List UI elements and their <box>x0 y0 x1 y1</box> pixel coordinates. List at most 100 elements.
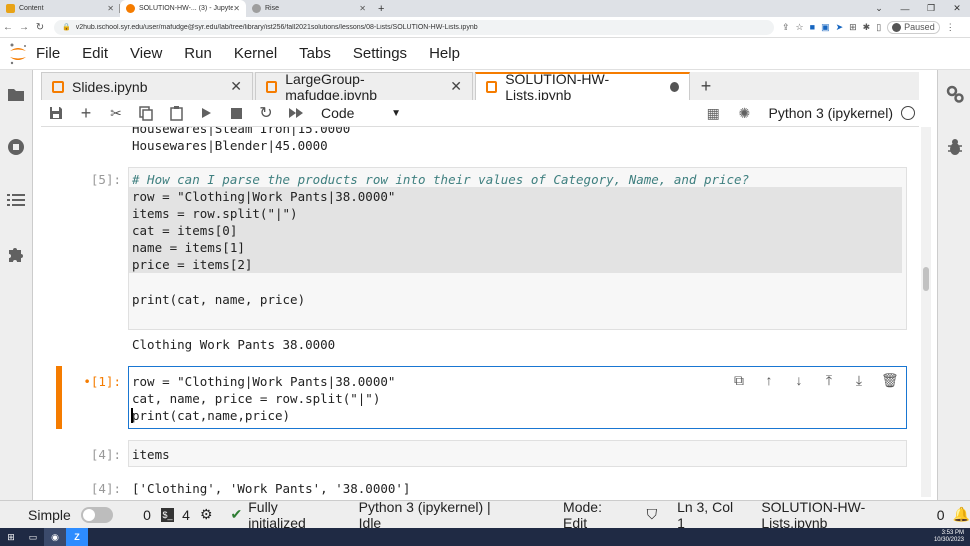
back-icon[interactable]: ← <box>0 22 16 33</box>
extension-icon[interactable]: ➤ <box>836 22 844 33</box>
presentation-icon[interactable]: ▦ <box>707 105 735 122</box>
url-input[interactable]: 🔒 v2hub.ischool.syr.edu/user/mafudge@syr… <box>54 19 774 35</box>
new-launcher-button[interactable]: + <box>692 72 720 100</box>
menu-settings[interactable]: Settings <box>353 45 407 62</box>
kernel-status[interactable]: Python 3 (ipykernel) | Idle <box>359 499 509 531</box>
shield-icon[interactable]: ⛉ <box>647 506 658 523</box>
lsp-status[interactable]: Fully initialized <box>248 499 334 531</box>
minimize-icon[interactable]: — <box>892 4 918 14</box>
browser-tab-rise[interactable]: Rise ✕ <box>246 0 372 17</box>
menu-help[interactable]: Help <box>429 45 460 62</box>
close-icon[interactable]: ✕ <box>440 78 462 95</box>
tab-solution-hw-lists[interactable]: SOLUTION-HW-Lists.ipynb <box>475 71 690 103</box>
toc-icon[interactable] <box>6 190 26 210</box>
terminal-icon[interactable]: $_ <box>160 507 175 522</box>
menu-file[interactable]: File <box>36 45 60 62</box>
scrollbar-thumb[interactable] <box>923 267 929 291</box>
run-icon[interactable] <box>191 107 221 119</box>
menu-run[interactable]: Run <box>184 45 212 62</box>
close-icon[interactable]: ✕ <box>200 78 242 95</box>
move-down-icon[interactable]: ↓ <box>791 372 807 389</box>
profile-button[interactable]: Paused <box>887 20 940 34</box>
menu-tabs[interactable]: Tabs <box>299 45 331 62</box>
save-icon[interactable] <box>41 106 71 120</box>
cut-icon[interactable]: ✂ <box>101 105 131 122</box>
star-icon[interactable]: ☆ <box>796 22 804 33</box>
extension-icon[interactable]: ■ <box>810 22 815 32</box>
extension-icon[interactable]: ⊞ <box>849 22 857 33</box>
restart-icon[interactable]: ↻ <box>251 103 281 123</box>
simple-mode-toggle[interactable] <box>80 506 114 523</box>
bell-icon[interactable]: 🔔 <box>953 506 970 523</box>
code-line: cat = items[0] <box>132 223 238 238</box>
code-line: name = items[1] <box>132 240 245 255</box>
forward-icon[interactable]: → <box>16 22 32 33</box>
kernel-count: 4 <box>182 506 190 523</box>
share-icon[interactable]: ⇪ <box>782 22 790 33</box>
notebook-panel[interactable]: Housewares|Steam Iron|15.0000 Housewares… <box>41 127 921 497</box>
notebook-extension-icons: ▦ ✺ <box>707 105 769 122</box>
tab-search-icon[interactable]: ⌄ <box>866 3 892 14</box>
zoom-taskbar-icon[interactable]: Z <box>66 528 88 546</box>
insert-below-icon[interactable]: ⤓ <box>851 372 867 389</box>
sidepanel-icon[interactable]: ▯ <box>876 22 881 33</box>
menu-view[interactable]: View <box>130 45 162 62</box>
browser-tab-jupyter[interactable]: SOLUTION-HW-... (3) - Jupyterl... ✕ <box>120 0 246 17</box>
stop-icon[interactable] <box>221 107 251 119</box>
move-up-icon[interactable]: ↑ <box>761 372 777 389</box>
close-icon[interactable]: ✕ <box>233 4 240 13</box>
reload-icon[interactable]: ↻ <box>32 22 48 33</box>
menu-kernel[interactable]: Kernel <box>234 45 277 62</box>
extensions-icon[interactable] <box>6 244 26 264</box>
folder-icon[interactable] <box>6 84 26 104</box>
menu-edit[interactable]: Edit <box>82 45 108 62</box>
fast-forward-icon[interactable] <box>281 107 311 119</box>
system-clock[interactable]: 3:53 PM 10/30/2023 <box>934 530 970 544</box>
kernel-status-icon <box>901 106 915 120</box>
code-line: items <box>132 447 170 462</box>
tab-label: LargeGroup-mafudge.ipynb <box>285 70 378 103</box>
jupyter-logo-icon <box>0 42 36 66</box>
task-view-icon[interactable]: ▭ <box>22 528 44 546</box>
windows-start-icon[interactable]: ⊞ <box>0 528 22 546</box>
add-cell-icon[interactable]: + <box>71 103 101 124</box>
copy-icon[interactable] <box>131 105 161 121</box>
clock-time: 3:53 PM <box>941 530 964 536</box>
duplicate-cell-icon[interactable]: ⧉ <box>731 372 747 389</box>
running-icon[interactable] <box>6 137 26 157</box>
debugger-icon[interactable] <box>945 137 965 157</box>
status-bar: Simple 0 $_ 4 ⚙ ✔ Fully initialized Pyth… <box>0 499 970 531</box>
cell-prompt: •[1]: <box>83 374 121 389</box>
cell-type-select[interactable]: Code ▼ <box>321 105 401 121</box>
browser-tab-content[interactable]: Content ✕ <box>0 0 120 17</box>
menu-icon[interactable]: ⋮ <box>946 22 955 33</box>
chrome-taskbar-icon[interactable]: ◉ <box>44 528 66 546</box>
code-cell-input[interactable] <box>128 440 907 467</box>
code-line: row = "Clothing|Work Pants|38.0000" <box>132 189 396 204</box>
close-icon[interactable]: ✕ <box>359 4 366 13</box>
notebook-scrollbar[interactable] <box>921 127 931 497</box>
kernel-gear-icon[interactable]: ⚙ <box>200 506 213 523</box>
new-tab-button[interactable]: + <box>372 0 392 17</box>
os-taskbar: ⊞ ▭ ◉ Z 3:53 PM 10/30/2023 <box>0 528 970 546</box>
unsaved-dot-icon[interactable] <box>670 82 679 92</box>
tab-largegroup[interactable]: LargeGroup-mafudge.ipynb ✕ <box>255 70 473 103</box>
insert-above-icon[interactable]: ⤒ <box>821 372 837 389</box>
delete-cell-icon[interactable]: 🗑 <box>881 372 899 389</box>
property-inspector-icon[interactable] <box>945 84 965 104</box>
kernel-name[interactable]: Python 3 (ipykernel) <box>768 105 893 121</box>
tab-slides[interactable]: Slides.ipynb ✕ <box>41 72 253 100</box>
close-icon[interactable]: ✕ <box>107 4 114 13</box>
browser-tab-strip: Content ✕ SOLUTION-HW-... (3) - Jupyterl… <box>0 0 970 17</box>
close-window-icon[interactable]: ✕ <box>944 3 970 14</box>
cursor-position[interactable]: Ln 3, Col 1 <box>677 499 741 531</box>
cell-prompt: [4]: <box>90 447 121 462</box>
browser-tab-title: Content <box>19 5 44 12</box>
puzzle-icon[interactable]: ✱ <box>863 22 871 33</box>
maximize-icon[interactable]: ❐ <box>918 3 944 14</box>
extension-icon[interactable]: ▣ <box>821 22 830 33</box>
paste-icon[interactable] <box>161 105 191 121</box>
cell-type-value: Code <box>321 105 355 121</box>
bug-icon[interactable]: ✺ <box>738 105 768 122</box>
code-line: items = row.split("|") <box>132 206 298 221</box>
